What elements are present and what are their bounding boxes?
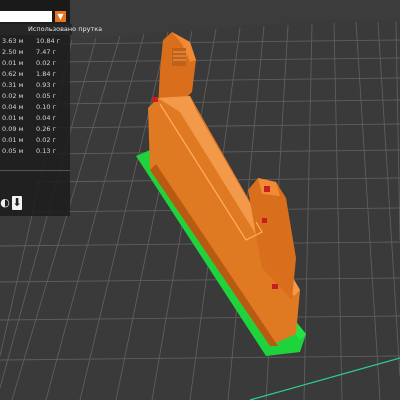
col-weight-header: Использовано прутка	[28, 25, 103, 33]
table-row: 0.02 м 0.05 г	[2, 92, 56, 100]
table-row: 0.62 м 1.84 г	[2, 70, 56, 78]
filament-usage-panel: ▼ Использовано прутка 3.63 м 10.84 г 2.50…	[0, 0, 102, 216]
download-icon[interactable]: ⬇	[12, 196, 22, 210]
table-row: 0.05 м 0.13 г	[2, 147, 56, 155]
table-row: 3.63 м 10.84 г	[2, 37, 61, 45]
table-row: 0.04 м 0.10 г	[2, 103, 56, 111]
stats-table: 3.63 м 10.84 г 2.50 м 7.47 г 0.01 м 0.02 г …	[0, 36, 70, 157]
table-row: 0.09 м 0.26 г	[2, 125, 56, 133]
dropdown-arrow-icon[interactable]: ▼	[55, 11, 66, 22]
panel-divider	[0, 170, 70, 171]
table-row: 0.01 м 0.02 г	[2, 59, 56, 67]
table-row: 0.01 м 0.02 г	[2, 136, 56, 144]
table-row: 0.31 м 0.93 г	[2, 81, 56, 89]
export-icon[interactable]: ◐	[0, 196, 10, 210]
stats-table-header: Использовано прутка	[0, 24, 102, 35]
app-window: ▼ Использовано прутка 3.63 м 10.84 г 2.50…	[0, 0, 400, 400]
table-row: 2.50 м 7.47 г	[2, 48, 56, 56]
table-row: 0.01 м 0.04 г	[2, 114, 56, 122]
view-type-dropdown[interactable]	[0, 11, 52, 22]
